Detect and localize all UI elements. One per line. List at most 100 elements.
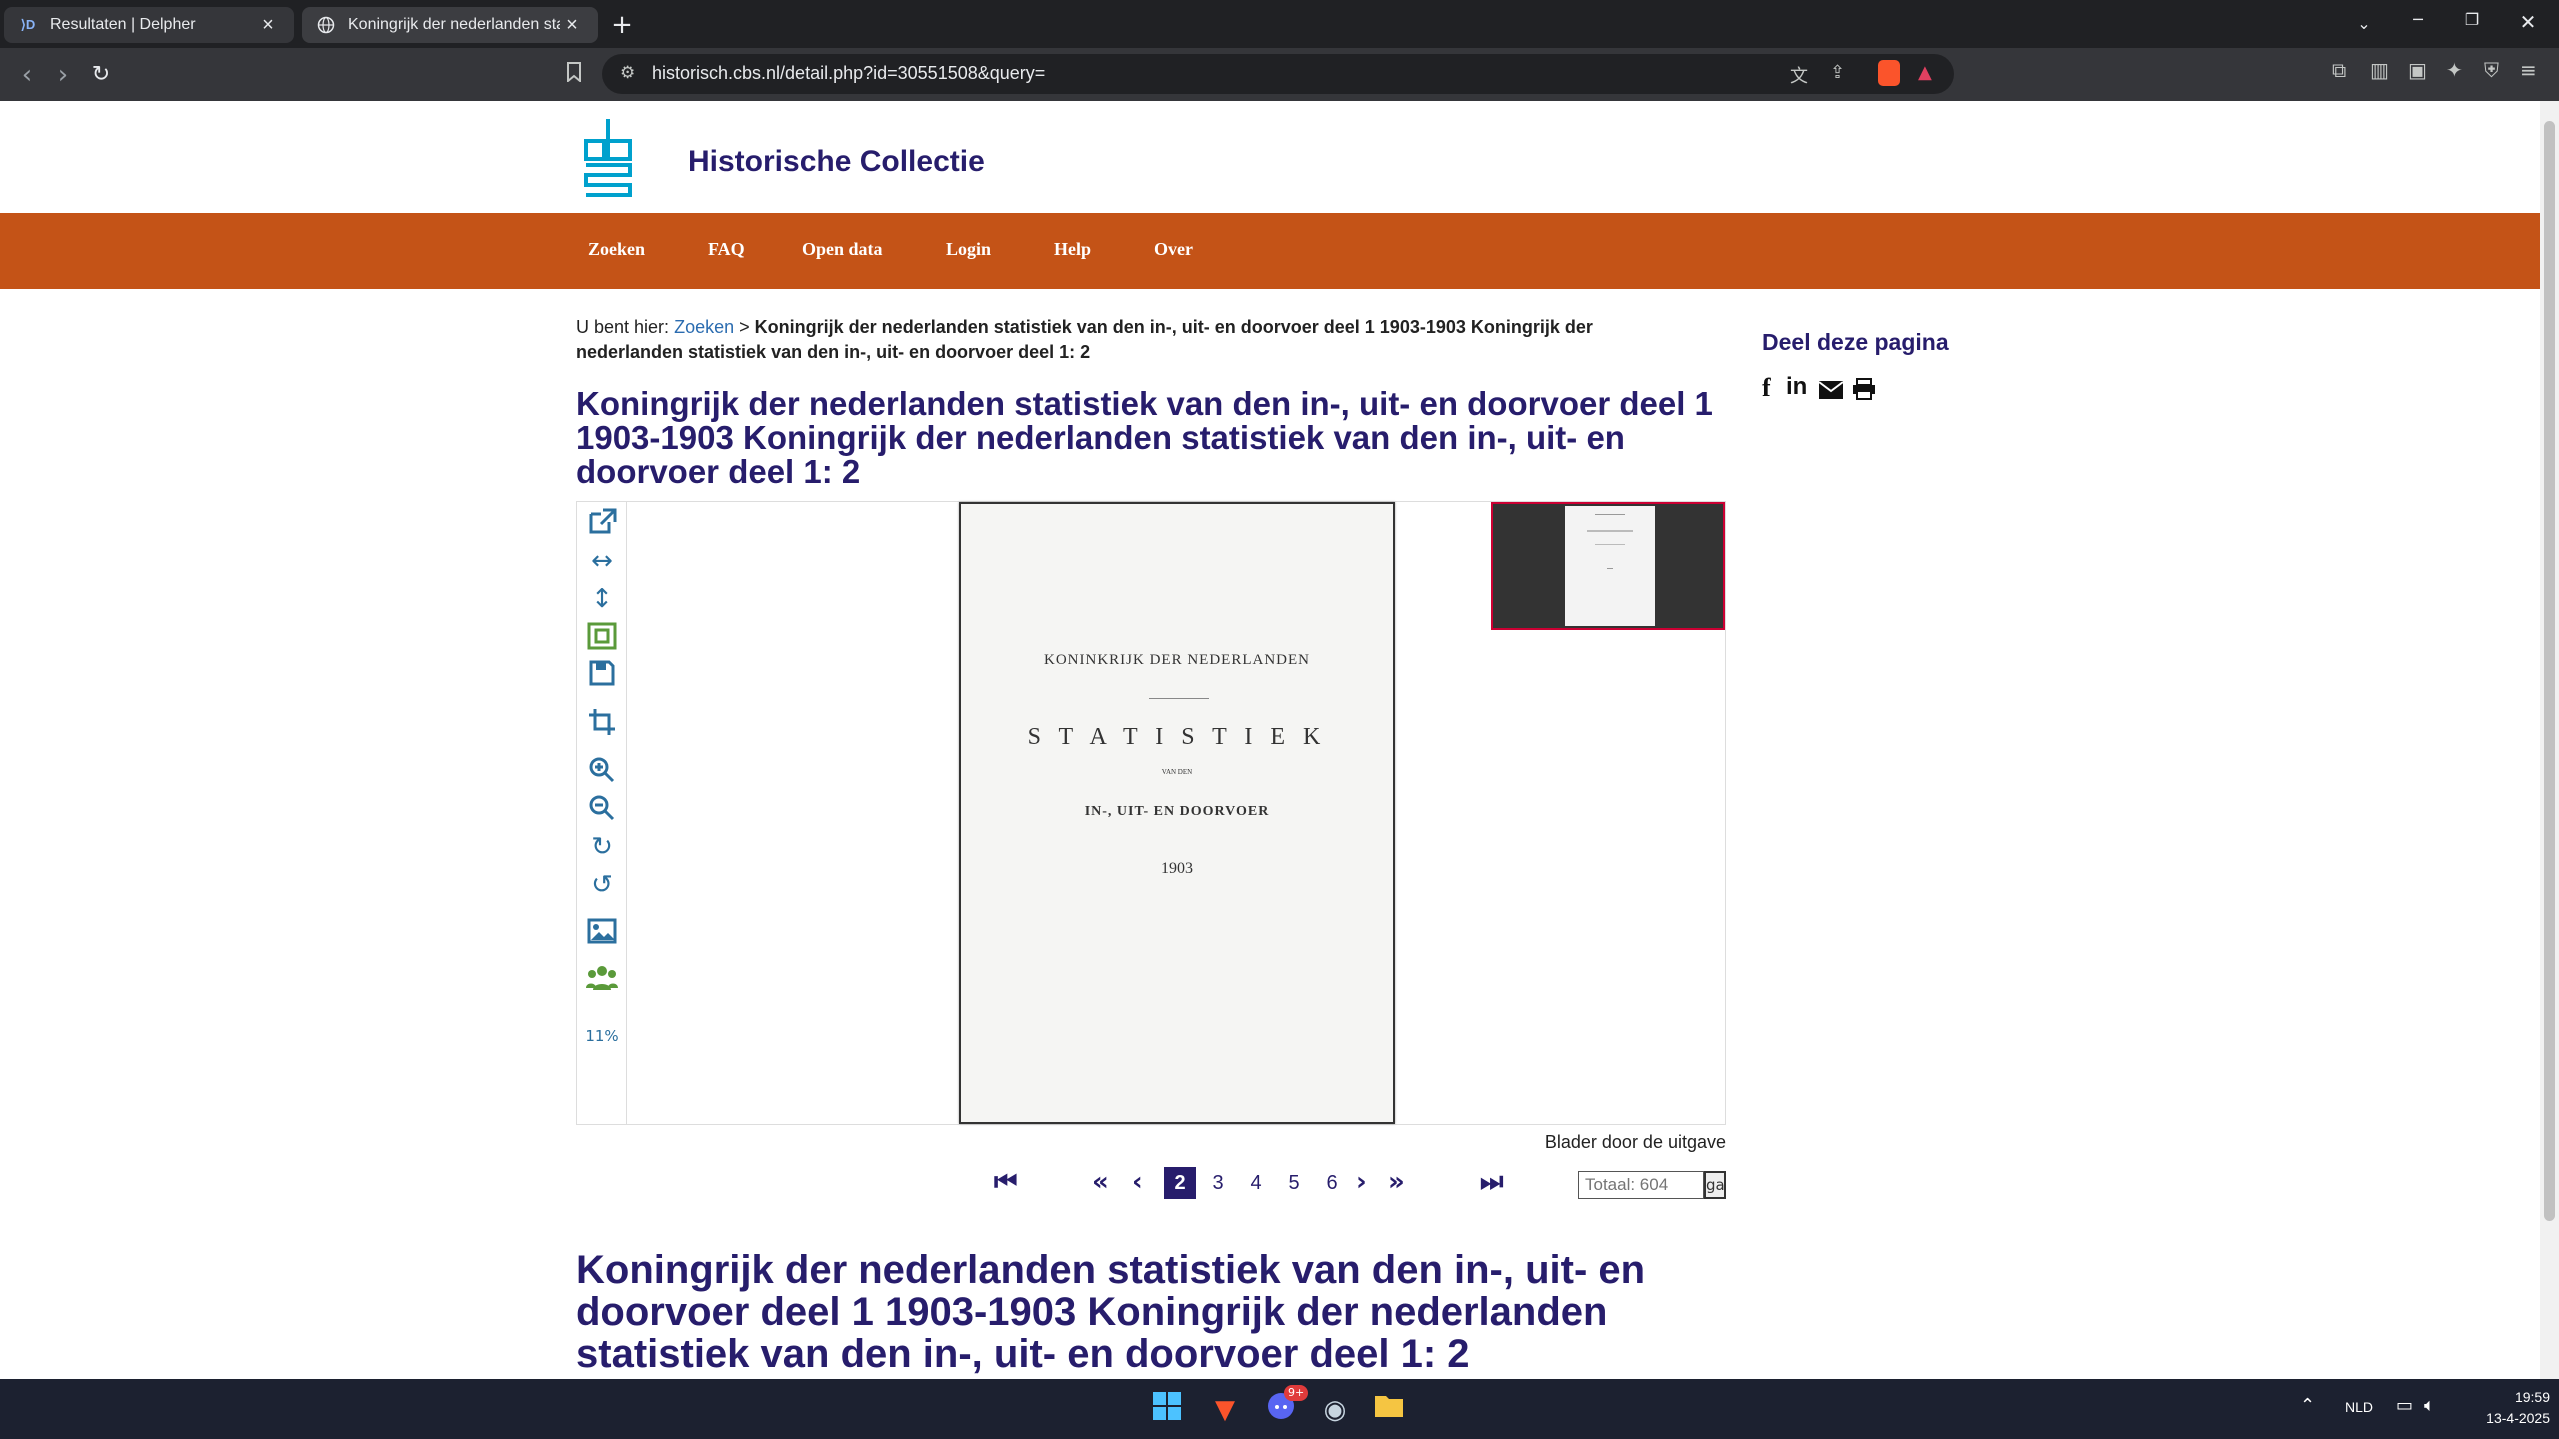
tab-title: Resultaten | Delpher bbox=[50, 16, 196, 33]
crop-icon[interactable] bbox=[585, 708, 619, 738]
linkedin-icon[interactable]: in bbox=[1786, 373, 1807, 401]
tray-expand-icon[interactable]: ⌃ bbox=[2300, 1395, 2315, 1416]
brave-shields-icon[interactable] bbox=[1878, 60, 1900, 86]
site-title[interactable]: Historische Collectie bbox=[688, 145, 985, 179]
file-explorer-icon[interactable] bbox=[1370, 1391, 1408, 1429]
close-icon[interactable]: × bbox=[256, 14, 280, 37]
scrollbar-thumb[interactable] bbox=[2544, 121, 2555, 1221]
url-text[interactable]: historisch.cbs.nl/detail.php?id=30551508… bbox=[652, 63, 1045, 84]
nav-zoeken[interactable]: Zoeken bbox=[588, 239, 645, 260]
share-icon[interactable]: ⇪ bbox=[1830, 62, 1845, 83]
fit-page-icon[interactable] bbox=[585, 622, 619, 652]
new-tab-icon[interactable]: + bbox=[602, 10, 642, 40]
group-icon[interactable] bbox=[585, 964, 619, 994]
zoom-out-icon[interactable] bbox=[585, 794, 619, 824]
extensions-icon[interactable]: ⧉ bbox=[2332, 58, 2346, 82]
restore-icon[interactable]: ❐ bbox=[2452, 10, 2492, 29]
page-link[interactable]: 6 bbox=[1316, 1167, 1348, 1199]
translate-icon[interactable]: 文 bbox=[1790, 62, 1808, 88]
clock-time: 19:59 bbox=[2514, 1389, 2550, 1405]
doc-rule bbox=[1149, 698, 1209, 699]
rotate-left-icon[interactable]: ↺ bbox=[585, 870, 619, 900]
page-number-input[interactable] bbox=[1578, 1171, 1704, 1199]
page-link[interactable]: 4 bbox=[1240, 1167, 1272, 1199]
nav-login[interactable]: Login bbox=[946, 239, 991, 260]
cbs-logo[interactable] bbox=[580, 115, 638, 199]
menu-icon[interactable]: ≡ bbox=[2520, 58, 2537, 82]
zoom-in-icon[interactable] bbox=[585, 756, 619, 786]
prev-page-icon[interactable]: ‹ bbox=[1132, 1167, 1143, 1197]
breadcrumb-link-zoeken[interactable]: Zoeken bbox=[674, 317, 734, 337]
main-nav: Zoeken FAQ Open data Login Help Over bbox=[0, 213, 2540, 289]
clock-date: 13-4-2025 bbox=[2486, 1410, 2550, 1426]
minimize-icon[interactable]: ─ bbox=[2398, 10, 2438, 29]
pager-caption: Blader door de uitgave bbox=[1544, 1132, 1726, 1152]
address-bar[interactable]: ⚙ historisch.cbs.nl/detail.php?id=305515… bbox=[602, 54, 1954, 94]
steam-icon[interactable]: ◉ bbox=[1316, 1391, 1354, 1429]
nav-faq[interactable]: FAQ bbox=[708, 239, 745, 260]
page-link[interactable]: 5 bbox=[1278, 1167, 1310, 1199]
open-new-window-icon[interactable] bbox=[585, 508, 619, 538]
nav-help[interactable]: Help bbox=[1054, 239, 1091, 260]
globe-icon bbox=[316, 15, 336, 35]
doc-line-invoer: IN-, UIT- EN DOORVOER bbox=[1084, 804, 1270, 819]
brave-browser-icon[interactable]: ▼ bbox=[1206, 1391, 1244, 1429]
leo-icon[interactable]: ✦ bbox=[2446, 58, 2463, 82]
page-link[interactable]: 3 bbox=[1202, 1167, 1234, 1199]
fit-width-icon[interactable]: ↔ bbox=[585, 546, 619, 576]
first-page-icon[interactable]: ⏮ bbox=[994, 1167, 1017, 1198]
last-page-icon[interactable]: ⏭ bbox=[1480, 1167, 1503, 1198]
doc-line-van-den: VAN DEN bbox=[1161, 768, 1193, 776]
print-icon[interactable] bbox=[1852, 377, 1876, 407]
email-icon[interactable] bbox=[1818, 377, 1844, 407]
facebook-icon[interactable]: f bbox=[1762, 373, 1771, 403]
back-icon[interactable]: ‹ bbox=[10, 60, 44, 90]
nav-over[interactable]: Over bbox=[1154, 239, 1193, 260]
notification-badge: 9+ bbox=[1284, 1385, 1309, 1401]
language-indicator[interactable]: NLD bbox=[2345, 1399, 2373, 1415]
windows-start-icon[interactable] bbox=[1148, 1391, 1186, 1429]
volume-icon[interactable]: 🔈︎ bbox=[2424, 1395, 2435, 1416]
clock[interactable]: 19:59 13-4-2025 bbox=[2470, 1387, 2550, 1429]
page-title: Koningrijk der nederlanden statistiek va… bbox=[576, 385, 1713, 490]
save-icon[interactable] bbox=[585, 660, 619, 690]
delpher-icon: ⟩D bbox=[20, 17, 36, 32]
document-page-image[interactable]: KONINKRIJK DER NEDERLANDEN S T A T I S T… bbox=[959, 502, 1395, 1124]
go-button[interactable]: ga bbox=[1704, 1171, 1726, 1199]
taskbar: ▼ 9+ ◉ ⌃ NLD ▭ 🔈︎ 19:59 13-4-2025 bbox=[0, 1379, 2559, 1439]
breadcrumb-separator: > bbox=[739, 317, 750, 337]
nav-open-data[interactable]: Open data bbox=[802, 239, 883, 260]
document-viewer[interactable]: ↔ ↕ ↻ ↺ 11% KONINKRIJK DER NEDERLANDEN S… bbox=[576, 501, 1726, 1125]
reload-icon[interactable]: ↻ bbox=[84, 62, 118, 87]
rotate-right-icon[interactable]: ↻ bbox=[585, 832, 619, 862]
viewer-toolbar: ↔ ↕ ↻ ↺ 11% bbox=[577, 502, 627, 1124]
section-heading: Koningrijk der nederlanden statistiek va… bbox=[576, 1248, 1646, 1376]
tab-koningrijk[interactable]: Koningrijk der nederlanden stati × bbox=[302, 7, 598, 43]
tab-bar: ⟩D Resultaten | Delpher × Koningrijk der… bbox=[0, 0, 2559, 48]
tab-delpher[interactable]: ⟩D Resultaten | Delpher × bbox=[4, 7, 294, 43]
browser-toolbar: ‹ › ↻ ⚙ historisch.cbs.nl/detail.php?id=… bbox=[0, 48, 2559, 101]
forward-icon[interactable]: › bbox=[46, 60, 80, 90]
fit-height-icon[interactable]: ↕ bbox=[585, 584, 619, 614]
page-link-active[interactable]: 2 bbox=[1164, 1167, 1196, 1199]
next-fast-icon[interactable]: » bbox=[1388, 1167, 1405, 1197]
window-close-icon[interactable]: ✕ bbox=[2508, 10, 2548, 34]
pagination: ⏮ « ‹ 2 3 4 5 6 › » ⏭ ga bbox=[576, 1163, 1726, 1203]
site-info-icon[interactable]: ⚙ bbox=[620, 63, 635, 83]
bookmark-icon[interactable] bbox=[566, 62, 582, 87]
close-icon[interactable]: × bbox=[560, 14, 584, 37]
viewer-minimap[interactable] bbox=[1491, 502, 1725, 630]
web-page: Historische Collectie Zoeken FAQ Open da… bbox=[0, 101, 2540, 1379]
tab-search-icon[interactable]: ⌄ bbox=[2344, 14, 2384, 33]
site-header: Historische Collectie bbox=[0, 101, 2540, 213]
brave-rewards-icon[interactable]: ▲ bbox=[1918, 62, 1932, 83]
sidebar-icon[interactable]: ▥ bbox=[2370, 58, 2389, 82]
discord-icon[interactable]: 9+ bbox=[1262, 1385, 1309, 1429]
next-page-icon[interactable]: › bbox=[1356, 1167, 1367, 1197]
page-scrollbar[interactable] bbox=[2540, 101, 2559, 1379]
network-icon[interactable]: ▭ bbox=[2396, 1395, 2413, 1416]
image-icon[interactable] bbox=[585, 918, 619, 948]
wallet-icon[interactable]: ▣ bbox=[2408, 58, 2427, 82]
prev-fast-icon[interactable]: « bbox=[1092, 1167, 1109, 1197]
vpn-icon[interactable]: ⛨ bbox=[2484, 58, 2499, 82]
